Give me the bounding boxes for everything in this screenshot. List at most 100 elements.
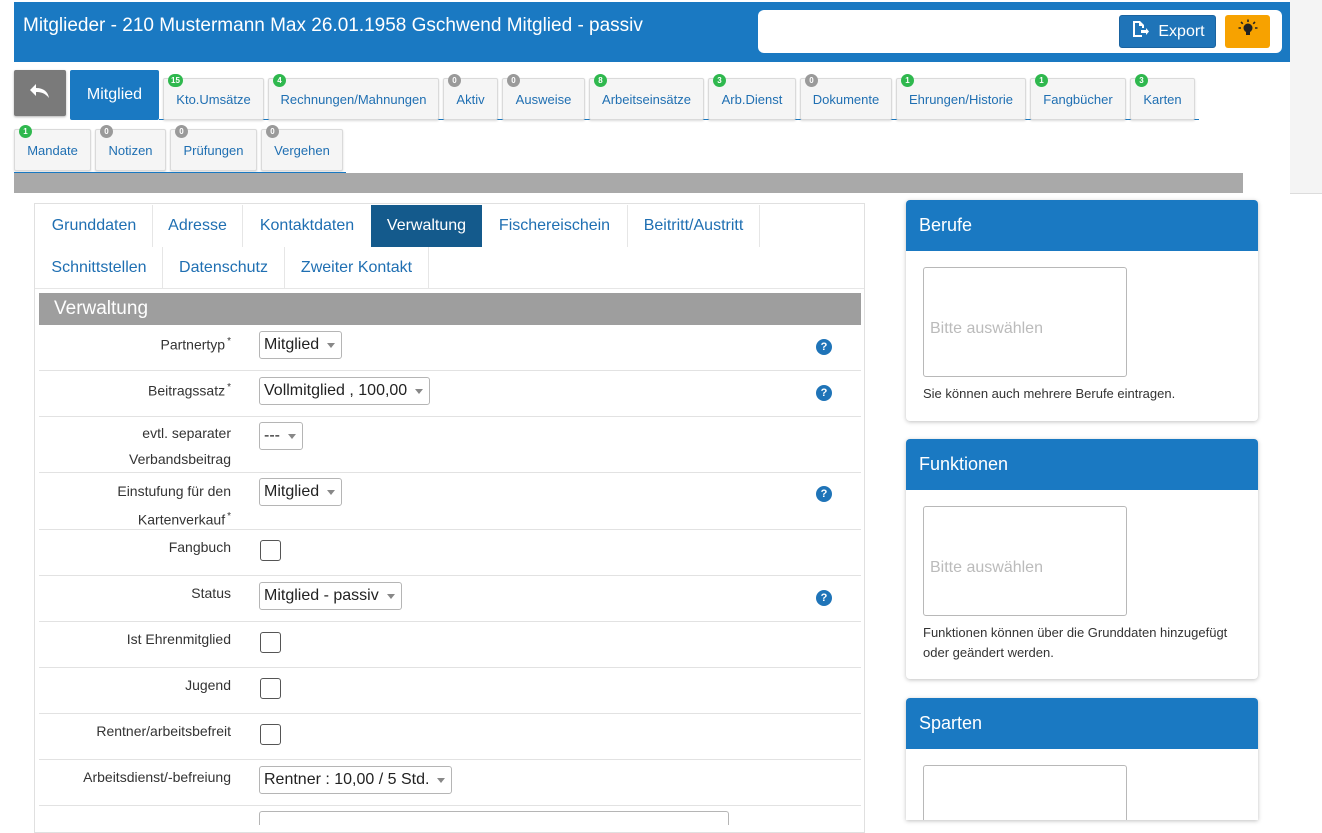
tab-fangbuecher[interactable]: 1 Fangbücher [1030,74,1126,120]
tab-count-badge: 0 [448,74,461,87]
card-title: Funktionen [906,439,1258,490]
export-file-icon [1130,20,1150,43]
tab-label: Vergehen [274,142,330,158]
card-funktionen: Funktionen Bitte auswählen Funktionen kö… [906,439,1258,679]
sparten-multiselect[interactable] [923,765,1127,820]
subtab-adresse[interactable]: Adresse [153,205,242,247]
row-ehrenmitglied: Ist Ehrenmitglied [39,622,861,668]
help-icon[interactable]: ? [816,339,832,355]
chevron-down-icon [415,388,424,394]
tab-label: Notizen [108,142,153,158]
tab-label: Mandate [27,142,78,158]
chevron-down-icon [327,489,336,495]
subtab-beitritt-austritt[interactable]: Beitritt/Austritt [628,205,759,247]
einstufung-label: Einstufung für den Kartenverkauf * [117,483,231,528]
help-icon[interactable]: ? [816,486,832,502]
back-button[interactable] [14,70,66,116]
card-title: Sparten [906,698,1258,749]
tab-dokumente[interactable]: 0 Dokumente [800,74,892,120]
rentner-checkbox[interactable] [260,724,281,745]
tab-kto-umsaetze[interactable]: 15 Kto.Umsätze [163,74,264,120]
tab-ehrungen-historie[interactable]: 1 Ehrungen/Historie [896,74,1026,120]
tab-rechnungen-mahnungen[interactable]: 4 Rechnungen/Mahnungen [268,74,439,120]
fangbuch-checkbox[interactable] [260,540,281,561]
tab-arbeitseinsaetze[interactable]: 8 Arbeitseinsätze [589,74,704,120]
arbeitsdienst-label: Arbeitsdienst/-befreiung [83,769,231,785]
subtabs-divider [35,288,864,289]
tab-vergehen[interactable]: 0 Vergehen [261,125,343,171]
verbandsbeitrag-select[interactable]: --- [259,422,303,450]
ehrenmitglied-checkbox[interactable] [260,632,281,653]
help-icon[interactable]: ? [816,590,832,606]
tab-count-badge: 3 [1135,74,1148,87]
einstufung-select[interactable]: Mitglied [259,478,343,506]
tab-arb-dienst[interactable]: 3 Arb.Dienst [708,74,796,120]
member-form-panel: Grunddaten Adresse Kontaktdaten Verwaltu… [34,203,865,833]
subtab-verwaltung[interactable]: Verwaltung [371,205,482,247]
tab-label: Ausweise [515,91,572,107]
export-button[interactable]: Export [1119,15,1216,48]
subtab-fischereischein[interactable]: Fischereischein [482,205,627,247]
lightbulb-icon [1238,19,1258,44]
tab-count-badge: 1 [19,125,32,138]
tab-karten[interactable]: 3 Karten [1130,74,1195,120]
row-status: Status Mitglied - passiv ? [39,576,861,622]
tab-notizen[interactable]: 0 Notizen [95,125,166,171]
jugend-checkbox[interactable] [260,678,281,699]
help-icon[interactable]: ? [816,385,832,401]
funktionen-multiselect[interactable]: Bitte auswählen [923,506,1127,616]
tab-count-badge: 1 [901,74,914,87]
card-berufe: Berufe Bitte auswählen Sie können auch m… [906,200,1258,421]
tab-label: Rechnungen/Mahnungen [280,91,427,107]
beitragssatz-label: Beitragssatz * [148,382,231,399]
tab-label: Aktiv [456,91,485,107]
card-title: Berufe [906,200,1258,251]
tab-count-badge: 15 [168,74,183,87]
card-sparten: Sparten [906,698,1258,820]
row-jugend: Jugend [39,668,861,714]
tab-label: Arb.Dienst [721,91,783,107]
fangbuch-label: Fangbuch [168,539,231,555]
jugend-label: Jugend [185,677,231,693]
partial-text-input[interactable] [259,811,729,825]
tab-pruefungen[interactable]: 0 Prüfungen [170,125,257,171]
tab-count-badge: 8 [594,74,607,87]
row-partnertyp: Partnertyp * Mitglied ? [39,325,861,371]
subtab-schnittstellen[interactable]: Schnittstellen [36,247,162,289]
beitragssatz-select[interactable]: Vollmitglied , 100,00 [259,377,431,405]
subtab-grunddaten[interactable]: Grunddaten [36,205,152,247]
subtab-datenschutz[interactable]: Datenschutz [163,247,284,289]
chevron-down-icon [287,433,296,439]
tab-mitglied[interactable]: Mitglied [70,70,159,120]
chevron-down-icon [386,593,395,599]
tab-aktiv[interactable]: 0 Aktiv [443,74,498,120]
berufe-hint: Sie können auch mehrere Berufe eintragen… [923,386,1176,401]
subtab-zweiter-kontakt[interactable]: Zweiter Kontakt [285,247,428,289]
status-label: Status [191,585,231,601]
page-title: Mitglieder - 210 Mustermann Max 26.01.19… [23,15,643,36]
tab-mandate[interactable]: 1 Mandate [14,125,91,171]
arbeitsdienst-select[interactable]: Rentner : 10,00 / 5 Std. [259,766,453,794]
funktionen-hint: Funktionen können über die Grunddaten hi… [923,625,1228,660]
subtab-kontaktdaten[interactable]: Kontaktdaten [243,205,371,247]
undo-arrow-icon [29,82,51,105]
header-search-area[interactable]: Export [758,10,1282,53]
tab-count-badge: 0 [507,74,520,87]
partnertyp-label: Partnertyp * [160,336,232,353]
tab-count-badge: 0 [805,74,818,87]
lightbulb-button[interactable] [1225,15,1270,48]
tab-label: Kto.Umsätze [176,91,251,107]
tab-label: Prüfungen [183,142,244,158]
tab-label: Ehrungen/Historie [908,91,1014,107]
row-verbandsbeitrag: evtl. separater Verbandsbeitrag --- [39,417,861,473]
status-select[interactable]: Mitglied - passiv [259,582,402,610]
row-arbeitsdienst: Arbeitsdienst/-befreiung Rentner : 10,00… [39,760,861,806]
row-beitragssatz: Beitragssatz * Vollmitglied , 100,00 ? [39,371,861,417]
tab-count-badge: 3 [713,74,726,87]
tab-count-badge: 0 [100,125,113,138]
berufe-multiselect[interactable]: Bitte auswählen [923,267,1127,377]
tab-ausweise[interactable]: 0 Ausweise [502,74,585,120]
partnertyp-select[interactable]: Mitglied [259,331,343,359]
header-bar: Mitglieder - 210 Mustermann Max 26.01.19… [14,2,1290,62]
right-edge-strip [1290,0,1322,194]
